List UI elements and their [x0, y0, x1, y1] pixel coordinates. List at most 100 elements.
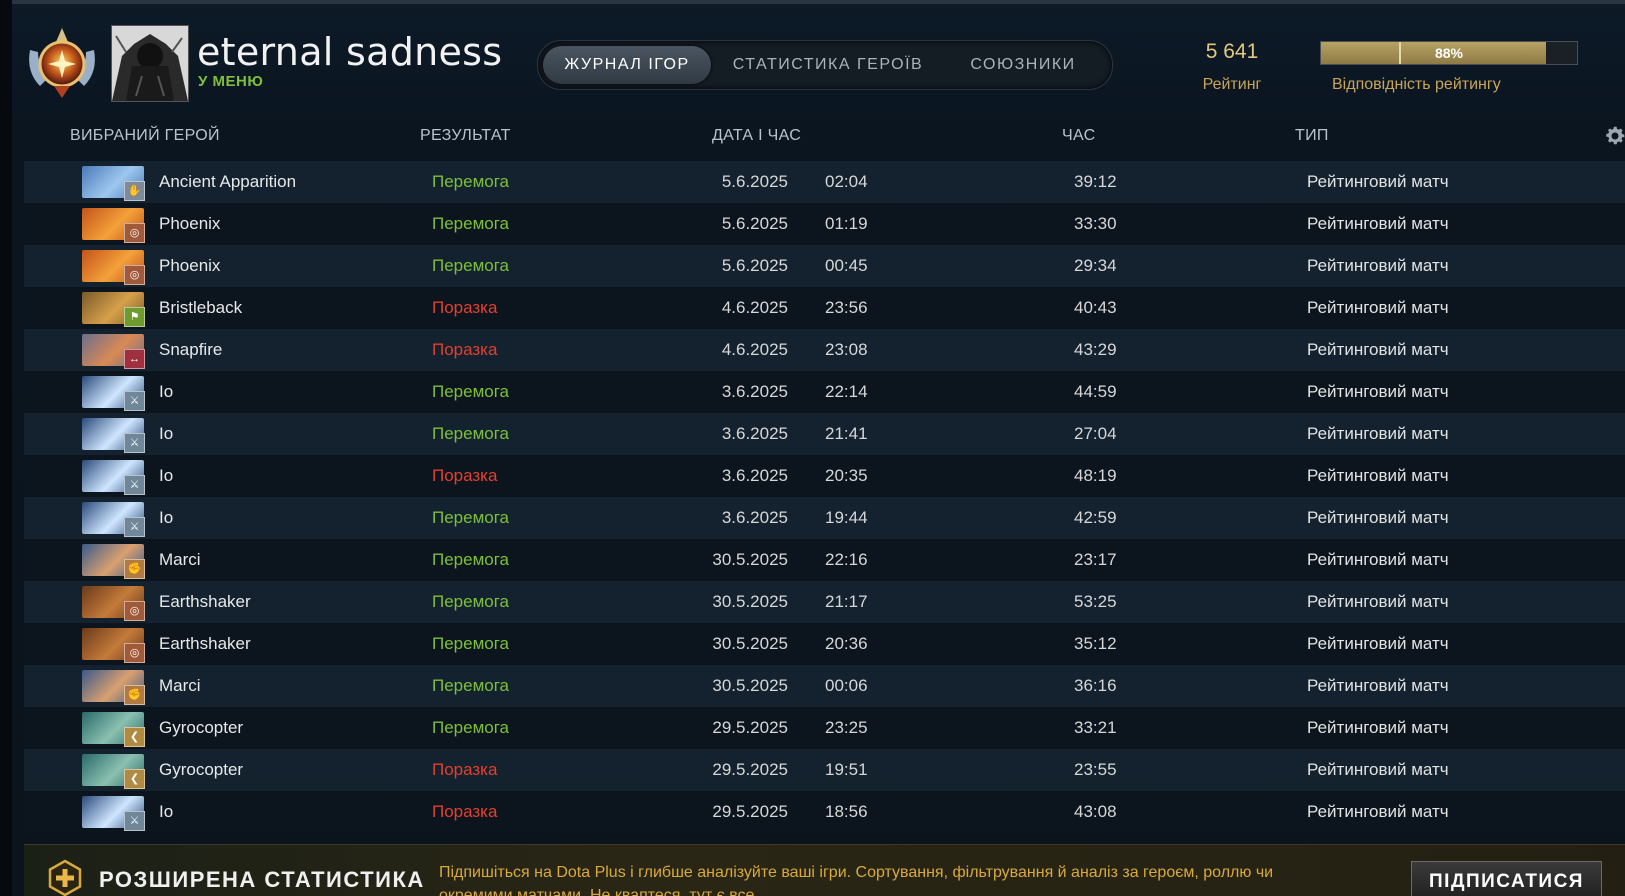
match-type: Рейтинговий матч	[1307, 508, 1449, 527]
rating-confidence-bar: 88%	[1320, 41, 1578, 65]
rating-confidence-label: Відповідність рейтингу	[1332, 76, 1501, 93]
column-header-type[interactable]: ТИП	[1295, 127, 1329, 145]
match-time: 21:17	[825, 592, 868, 611]
match-time: 23:25	[825, 718, 868, 737]
target-icon: ◎	[124, 223, 145, 243]
match-type: Рейтинговий матч	[1307, 634, 1449, 653]
match-duration: 40:43	[1074, 298, 1117, 317]
match-row[interactable]: ↔ Snapfire Поразка 4.6.2025 23:08 43:29 Рейтин…	[24, 329, 1625, 371]
match-result: Поразка	[432, 298, 498, 317]
dota-plus-icon	[48, 859, 82, 896]
hero-name: Phoenix	[159, 256, 221, 275]
match-duration: 23:17	[1074, 550, 1117, 569]
match-date: 30.5.2025	[712, 550, 788, 569]
hero-name: Marci	[159, 550, 201, 569]
match-date: 5.6.2025	[721, 214, 788, 233]
column-header-date-time[interactable]: ДАТА І ЧАС	[712, 127, 801, 145]
match-row[interactable]: ✊ Marci Перемога 30.5.2025 00:06 36:16 Рейтинг…	[24, 665, 1625, 707]
match-result: Поразка	[432, 340, 498, 359]
match-row[interactable]: ⚔ Io Поразка 3.6.2025 20:35 48:19 Рейтинговий …	[24, 455, 1625, 497]
match-time: 19:51	[825, 760, 868, 779]
match-time: 00:45	[825, 256, 868, 275]
player-avatar[interactable]	[111, 25, 189, 102]
hero-name: Snapfire	[159, 340, 223, 359]
match-duration: 27:04	[1074, 424, 1117, 443]
column-header-duration[interactable]: ЧАС	[1062, 127, 1095, 145]
column-header-hero[interactable]: ВИБРАНИЙ ГЕРОЙ	[70, 127, 220, 145]
match-date: 30.5.2025	[712, 676, 788, 695]
match-duration: 23:55	[1074, 760, 1117, 779]
match-time: 01:19	[825, 214, 868, 233]
match-row[interactable]: ⚔ Io Перемога 3.6.2025 21:41 27:04 Рейтинговий…	[24, 413, 1625, 455]
fist-icon: ✊	[124, 559, 145, 579]
hero-name: Phoenix	[159, 214, 221, 233]
sword-icon: ⚔	[124, 811, 145, 831]
match-row[interactable]: ❮ Gyrocopter Поразка 29.5.2025 19:51 23:55 Рей…	[24, 749, 1625, 791]
match-type: Рейтинговий матч	[1307, 550, 1449, 569]
player-status: У МЕНЮ	[198, 73, 264, 90]
match-date: 4.6.2025	[721, 298, 788, 317]
match-result: Перемога	[432, 256, 510, 275]
match-type: Рейтинговий матч	[1307, 298, 1449, 317]
match-duration: 42:59	[1074, 508, 1117, 527]
match-row[interactable]: ◎ Earthshaker Перемога 30.5.2025 20:36 35:12 Р…	[24, 623, 1625, 665]
match-row[interactable]: ⚔ Io Поразка 29.5.2025 18:56 43:08 Рейтинговий…	[24, 791, 1625, 833]
match-date: 3.6.2025	[721, 466, 788, 485]
hero-name: Io	[159, 382, 174, 401]
hero-name: Gyrocopter	[159, 760, 244, 779]
fist-icon: ✊	[124, 685, 145, 705]
match-duration: 33:30	[1074, 214, 1117, 233]
settings-gear-icon[interactable]	[1603, 124, 1625, 148]
tab-allies[interactable]: СОЮЗНИКИ	[948, 46, 1098, 84]
column-header-result[interactable]: РЕЗУЛЬТАТ	[420, 127, 511, 145]
advanced-stats-title: РОЗШИРЕНА СТАТИСТИКА	[99, 867, 425, 892]
subscribe-button[interactable]: ПІДПИСАТИСЯ	[1411, 861, 1602, 896]
match-row[interactable]: ✋ Ancient Apparition Перемога 5.6.2025 02:04…	[24, 161, 1625, 203]
hero-name: Earthshaker	[159, 634, 251, 653]
hero-name: Earthshaker	[159, 592, 251, 611]
match-duration: 44:59	[1074, 382, 1117, 401]
hero-name: Marci	[159, 676, 201, 695]
avatar-image	[112, 26, 188, 101]
match-date: 29.5.2025	[712, 718, 788, 737]
match-result: Поразка	[432, 760, 498, 779]
match-type: Рейтинговий матч	[1307, 256, 1449, 275]
match-date: 3.6.2025	[721, 508, 788, 527]
match-row[interactable]: ✊ Marci Перемога 30.5.2025 22:16 23:17 Рейтинг…	[24, 539, 1625, 581]
match-row[interactable]: ◎ Phoenix Перемога 5.6.2025 01:19 33:30 Рейтин…	[24, 203, 1625, 245]
match-result: Перемога	[432, 592, 510, 611]
rank-medal-icon	[29, 28, 95, 98]
match-row[interactable]: ⚔ Io Перемога 3.6.2025 19:44 42:59 Рейтинговий…	[24, 497, 1625, 539]
match-duration: 43:29	[1074, 340, 1117, 359]
hero-name: Ancient Apparition	[159, 172, 297, 191]
match-type: Рейтинговий матч	[1307, 760, 1449, 779]
tab-match-history[interactable]: ЖУРНАЛ ІГОР	[543, 46, 711, 84]
match-time: 20:35	[825, 466, 868, 485]
match-duration: 48:19	[1074, 466, 1117, 485]
hero-name: Io	[159, 424, 174, 443]
bow-icon: ↔	[124, 349, 145, 369]
match-row[interactable]: ⚑ Bristleback Поразка 4.6.2025 23:56 40:43 Рей…	[24, 287, 1625, 329]
match-time: 21:41	[825, 424, 868, 443]
wing-icon: ❮	[124, 727, 145, 747]
boot-icon: ⚑	[124, 307, 145, 327]
match-duration: 53:25	[1074, 592, 1117, 611]
hero-name: Io	[159, 466, 174, 485]
match-row[interactable]: ◎ Earthshaker Перемога 30.5.2025 21:17 53:25 Р…	[24, 581, 1625, 623]
match-row[interactable]: ◎ Phoenix Перемога 5.6.2025 00:45 29:34 Рейтин…	[24, 245, 1625, 287]
match-time: 00:06	[825, 676, 868, 695]
match-row[interactable]: ❮ Gyrocopter Перемога 29.5.2025 23:25 33:21 Ре…	[24, 707, 1625, 749]
match-row[interactable]: ⚔ Io Перемога 3.6.2025 22:14 44:59 Рейтинговий…	[24, 371, 1625, 413]
tab-hero-stats[interactable]: СТАТИСТИКА ГЕРОЇВ	[723, 46, 933, 84]
hero-name: Bristleback	[159, 298, 243, 317]
match-time: 22:14	[825, 382, 868, 401]
hero-name: Io	[159, 508, 174, 527]
target-icon: ◎	[124, 601, 145, 621]
rating-confidence-value: 88%	[1434, 45, 1464, 61]
match-result: Перемога	[432, 382, 510, 401]
sword-icon: ⚔	[124, 517, 145, 537]
match-date: 4.6.2025	[721, 340, 788, 359]
match-result: Перемога	[432, 508, 510, 527]
match-duration: 33:21	[1074, 718, 1117, 737]
window-left-border	[0, 0, 12, 896]
